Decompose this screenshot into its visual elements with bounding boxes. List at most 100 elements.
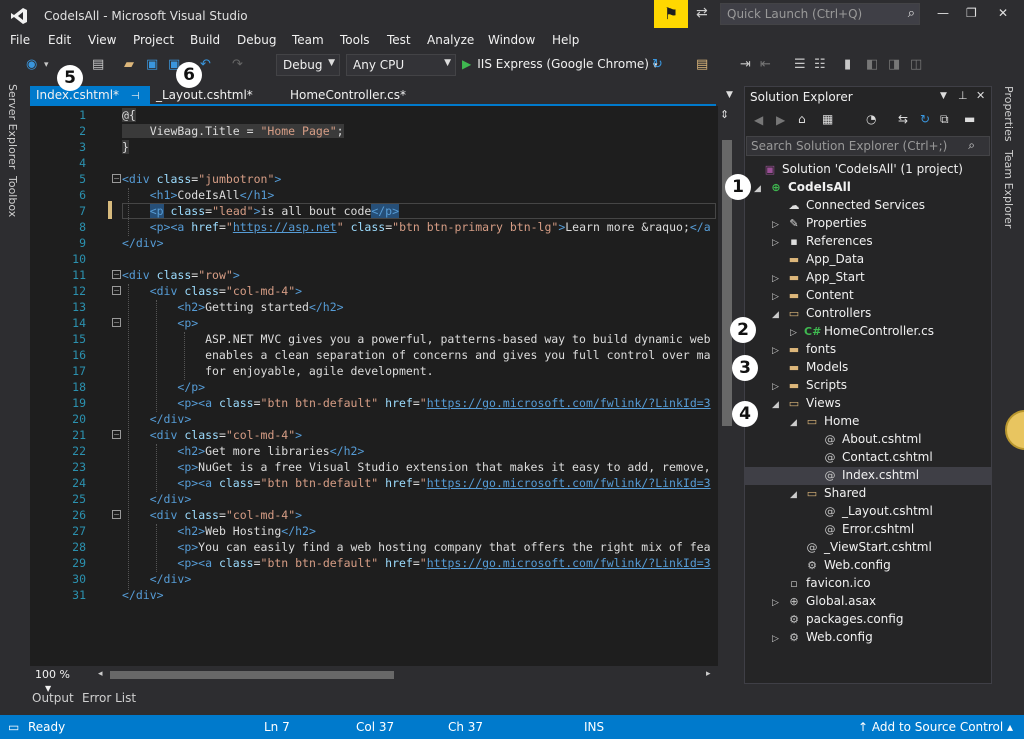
team-explorer-tab[interactable]: Team Explorer [1002, 150, 1015, 228]
window-position-icon[interactable]: ▼ [940, 91, 947, 101]
menu-project[interactable]: Project [133, 33, 174, 47]
menu-view[interactable]: View [88, 33, 116, 47]
previous-bookmark-icon[interactable]: ◧ [866, 57, 878, 72]
collapse-toggle[interactable]: − [112, 286, 121, 295]
code-editor[interactable]: 1 2 3 4 5 6 7 8 9 10 11 12 13 14 15 16 1… [30, 106, 718, 666]
comment-icon[interactable]: ☰ [794, 57, 806, 72]
tree-item-packages-config[interactable]: ⚙ packages.config [772, 612, 903, 630]
tree-item-app-data[interactable]: ▬ App_Data [772, 252, 864, 270]
tree-item-views-webconfig[interactable]: ⚙ Web.config [790, 558, 891, 576]
auto-hide-pin-icon[interactable]: ⊥ [958, 89, 968, 102]
collapse-toggle[interactable]: − [112, 430, 121, 439]
output-tab[interactable]: Output [32, 691, 74, 705]
tab-homecontroller-cs[interactable]: HomeController.cs* [284, 86, 434, 104]
scroll-right-icon[interactable]: ▸ [706, 669, 711, 679]
browser-link-icon[interactable]: ▤ [696, 57, 708, 72]
menu-debug[interactable]: Debug [237, 33, 276, 47]
close-button[interactable]: ✕ [998, 6, 1008, 20]
back-icon[interactable]: ◀ [754, 113, 763, 127]
uncomment-icon[interactable]: ☷ [814, 57, 826, 72]
quick-launch-input[interactable]: Quick Launch (Ctrl+Q) ⌕ [720, 3, 920, 25]
tree-item-connected-services[interactable]: ☁ Connected Services [772, 198, 926, 216]
refresh-icon[interactable]: ↻ [920, 112, 930, 126]
bookmark-icon[interactable]: ▮ [844, 57, 851, 72]
properties-tab[interactable]: Properties [1002, 86, 1015, 142]
tree-item-scripts[interactable]: ▷ ▬ Scripts [772, 378, 847, 396]
clear-bookmarks-icon[interactable]: ◫ [910, 57, 922, 72]
step-into-icon[interactable]: ⇥ [740, 57, 751, 72]
back-icon[interactable]: ◉ [26, 57, 37, 72]
horizontal-scrollbar-thumb[interactable] [110, 671, 394, 679]
menu-tools[interactable]: Tools [340, 33, 370, 47]
tree-item-models[interactable]: ▬ Models [772, 360, 848, 378]
refresh-icon[interactable]: ↻ [652, 57, 663, 72]
tree-item-about[interactable]: @ About.cshtml [808, 432, 922, 450]
menu-window[interactable]: Window [488, 33, 535, 47]
tree-item-controllers[interactable]: ◢ ▭ Controllers [772, 306, 871, 324]
menu-analyze[interactable]: Analyze [427, 33, 474, 47]
next-bookmark-icon[interactable]: ◨ [888, 57, 900, 72]
forward-icon[interactable]: ▶ [776, 113, 785, 127]
tree-item-webconfig[interactable]: ▷ ⚙ Web.config [772, 630, 873, 648]
tree-item-favicon[interactable]: ▫ favicon.ico [772, 576, 870, 594]
solution-search-input[interactable]: Search Solution Explorer (Ctrl+;) ⌕ [746, 136, 990, 156]
tree-item-references[interactable]: ▷ ▪ References [772, 234, 873, 252]
solution-node[interactable]: ▣ Solution 'CodeIsAll' (1 project) [748, 162, 963, 180]
save-icon[interactable]: ▣ [146, 57, 158, 72]
collapse-toggle[interactable]: − [112, 174, 121, 183]
notifications-icon[interactable]: ⇄ [696, 5, 708, 21]
tree-item-app-start[interactable]: ▷ ▬ App_Start [772, 270, 865, 288]
tab-index-cshtml[interactable]: Index.cshtml* ⊣ ✕ [30, 86, 150, 116]
tree-item-viewstart[interactable]: @ _ViewStart.cshtml [790, 540, 932, 558]
tree-item-global-asax[interactable]: ▷ ⊕ Global.asax [772, 594, 876, 612]
split-window-icon[interactable]: ⇕ [720, 108, 729, 121]
tree-item-properties[interactable]: ▷ ✎ Properties [772, 216, 867, 234]
menu-test[interactable]: Test [387, 33, 411, 47]
add-to-source-control-button[interactable]: ↑ Add to Source Control ▴ [858, 720, 1013, 734]
project-node[interactable]: ◢ ⊕ CodeIsAll [754, 180, 851, 198]
switch-views-icon[interactable]: ▦ [822, 112, 833, 126]
tree-item-content[interactable]: ▷ ▬ Content [772, 288, 854, 306]
tab-layout-cshtml[interactable]: _Layout.cshtml* [150, 86, 280, 104]
menu-build[interactable]: Build [190, 33, 220, 47]
collapse-toggle[interactable]: − [112, 510, 121, 519]
error-list-tab[interactable]: Error List [82, 691, 136, 705]
menu-help[interactable]: Help [552, 33, 579, 47]
pin-icon[interactable]: ⊣ [131, 91, 140, 102]
toolbox-tab[interactable]: Toolbox [6, 176, 19, 217]
tree-item-layout[interactable]: @ _Layout.cshtml [808, 504, 933, 522]
home-icon[interactable]: ⌂ [798, 112, 806, 126]
collapse-toggle[interactable]: − [112, 318, 121, 327]
zoom-level-select[interactable]: 100 % ▼ [32, 668, 92, 693]
undo-icon[interactable]: ↶ [200, 57, 211, 72]
solution-configuration-select[interactable]: Debug ▼ [276, 54, 340, 76]
feedback-flag-icon[interactable]: ⚑ [654, 0, 688, 28]
start-debugging-button[interactable]: ▶ IIS Express (Google Chrome) ▾ [462, 57, 657, 71]
redo-icon[interactable]: ↷ [232, 57, 243, 72]
maximize-button[interactable]: ❐ [966, 6, 977, 20]
collapse-all-icon[interactable]: ⧉ [940, 112, 949, 127]
tree-item-contact[interactable]: @ Contact.cshtml [808, 450, 933, 468]
tree-item-error[interactable]: @ Error.cshtml [808, 522, 915, 540]
tree-item-shared[interactable]: ◢ ▭ Shared [790, 486, 866, 504]
tab-overflow-icon[interactable]: ▼ [726, 90, 733, 100]
pending-changes-filter-icon[interactable]: ◔ [866, 112, 876, 126]
close-panel-icon[interactable]: ✕ [976, 89, 985, 102]
properties-icon[interactable]: ▬ [964, 112, 975, 126]
solution-platform-select[interactable]: Any CPU ▼ [346, 54, 456, 76]
scroll-left-icon[interactable]: ◂ [98, 669, 103, 679]
minimize-button[interactable]: — [937, 6, 949, 20]
menu-file[interactable]: File [10, 33, 30, 47]
tree-item-fonts[interactable]: ▷ ▬ fonts [772, 342, 836, 360]
tree-item-index[interactable]: @ Index.cshtml [808, 468, 920, 486]
tree-item-home[interactable]: ◢ ▭ Home [790, 414, 859, 432]
tree-item-homecontroller[interactable]: ▷ C# HomeController.cs [790, 324, 934, 342]
menu-edit[interactable]: Edit [48, 33, 71, 47]
collapse-toggle[interactable]: − [112, 270, 121, 279]
step-over-icon[interactable]: ⇤ [760, 57, 771, 72]
server-explorer-tab[interactable]: Server Explorer [6, 84, 19, 169]
menu-team[interactable]: Team [292, 33, 324, 47]
back-dropdown-icon[interactable]: ▾ [44, 60, 49, 70]
open-file-icon[interactable]: ▰ [124, 57, 134, 72]
new-project-icon[interactable]: ▤ [92, 57, 104, 72]
